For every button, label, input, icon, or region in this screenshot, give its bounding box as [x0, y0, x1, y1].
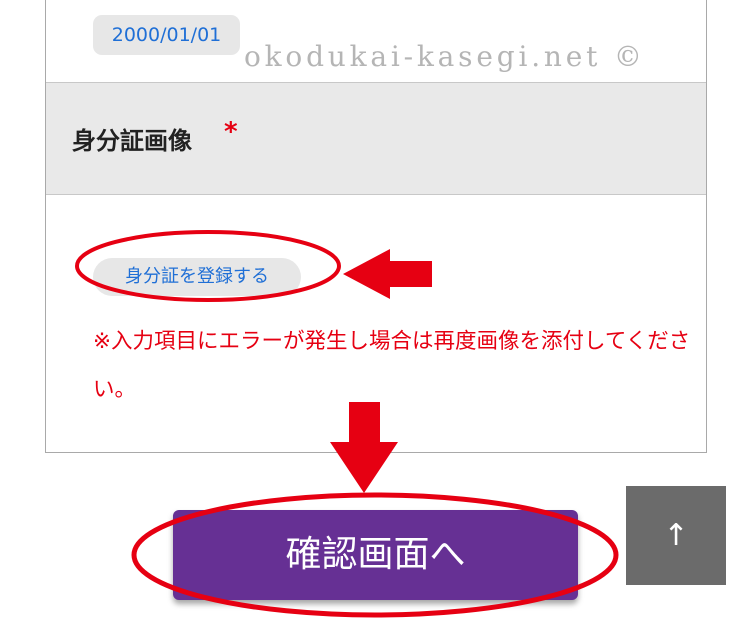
arrow-up-icon: ↑: [663, 518, 689, 553]
id-image-label: 身分証画像: [72, 127, 192, 155]
required-mark: *: [224, 117, 238, 147]
birthdate-value[interactable]: 2000/01/01: [93, 15, 240, 55]
error-note: ※入力項目にエラーが発生し場合は再度画像を添付してください。: [93, 329, 691, 402]
watermark-text: okodukai-kasegi.net ©: [244, 40, 646, 73]
confirm-screen-button[interactable]: 確認画面へ: [173, 510, 578, 600]
id-image-label-row: 身分証画像 *: [46, 82, 706, 195]
scroll-to-top-button[interactable]: ↑: [626, 486, 726, 585]
register-id-button[interactable]: 身分証を登録する: [93, 258, 301, 296]
